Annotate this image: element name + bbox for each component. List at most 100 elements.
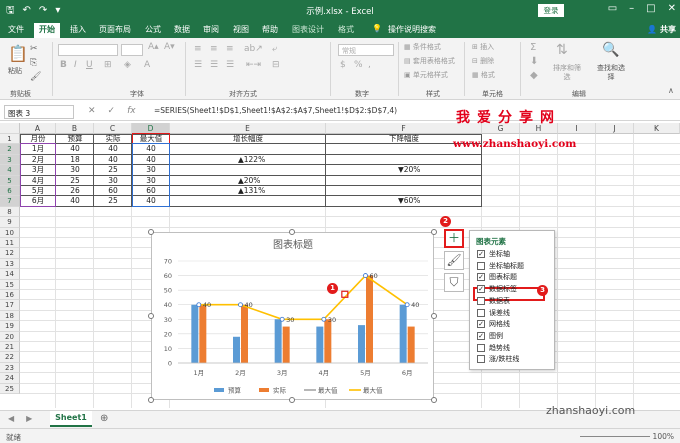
maximize-icon[interactable]: □	[646, 3, 655, 14]
checkbox[interactable]	[477, 343, 485, 352]
name-box[interactable]: 图表 3	[4, 105, 74, 119]
chart-element-option[interactable]: 趋势线	[477, 343, 510, 353]
enter-icon[interactable]: ✓	[108, 106, 116, 116]
row-header[interactable]: 3	[0, 154, 20, 166]
font-shrink-icon[interactable]: A▾	[164, 42, 175, 52]
table-cell-max[interactable]: 40	[132, 196, 170, 206]
row-header[interactable]: 7	[0, 196, 20, 207]
resize-handle[interactable]	[148, 397, 154, 403]
table-cell-max[interactable]: 30	[132, 176, 170, 186]
tab-home[interactable]: 开始	[34, 23, 60, 38]
prev-sheet-icon[interactable]: ◀	[8, 414, 14, 423]
row-header[interactable]: 13	[0, 258, 20, 270]
tab-file[interactable]: 文件	[8, 24, 24, 35]
align-center-icon[interactable]: ☰	[210, 60, 218, 70]
select-all-corner[interactable]	[0, 123, 20, 134]
find-select-label[interactable]: 查找和选择	[594, 64, 628, 82]
align-left-icon[interactable]: ☰	[194, 60, 202, 70]
checkbox[interactable]	[477, 296, 485, 305]
column-header-a[interactable]: A	[20, 123, 56, 134]
table-cell-month[interactable]: 3月	[20, 165, 56, 175]
font-size-box[interactable]	[121, 44, 143, 56]
table-cell-actual[interactable]: 25	[94, 165, 132, 175]
collapse-ribbon-icon[interactable]: ∧	[668, 86, 674, 95]
table-cell-budget[interactable]: 40	[56, 196, 94, 206]
minimize-icon[interactable]: –	[629, 3, 634, 14]
column-header-i[interactable]: I	[558, 123, 596, 134]
row-header[interactable]: 24	[0, 373, 20, 384]
table-cell-down[interactable]: ▼60%	[326, 196, 482, 206]
tab-chart-design[interactable]: 图表设计	[292, 24, 324, 35]
checkbox[interactable]	[477, 355, 485, 364]
cancel-icon[interactable]: ✕	[88, 106, 96, 116]
row-header[interactable]: 22	[0, 352, 20, 363]
clear-icon[interactable]: ◆	[530, 70, 538, 81]
fx-icon[interactable]: fx	[127, 106, 136, 116]
table-cell-max[interactable]: 60	[132, 186, 170, 196]
ribbon-display-icon[interactable]: ▭	[608, 3, 617, 14]
format-painter-icon[interactable]: 🖌	[30, 72, 41, 82]
row-header[interactable]: 5	[0, 175, 20, 186]
table-cell-month[interactable]: 1月	[20, 144, 56, 154]
chart-element-option[interactable]: 涨/跌柱线	[477, 354, 519, 364]
table-cell-down[interactable]	[326, 155, 482, 165]
close-icon[interactable]: ✕	[668, 3, 676, 14]
tab-insert[interactable]: 插入	[70, 24, 86, 35]
paste-label[interactable]: 粘贴	[8, 66, 22, 76]
row-header[interactable]: 12	[0, 248, 20, 259]
wrap-text-icon[interactable]: ⤶	[272, 44, 277, 54]
table-header-cell[interactable]: 增长幅度	[170, 134, 326, 144]
row-header[interactable]: 11	[0, 238, 20, 249]
font-grow-icon[interactable]: A▴	[148, 42, 159, 52]
border-icon[interactable]: ⊞	[104, 60, 112, 70]
table-cell-up[interactable]: ▲122%	[170, 155, 326, 165]
currency-icon[interactable]: $	[340, 60, 346, 70]
column-header-e[interactable]: E	[170, 123, 326, 134]
table-cell-budget[interactable]: 30	[56, 165, 94, 175]
paste-icon[interactable]: 📋	[8, 44, 28, 63]
align-top-icon[interactable]: ≡	[194, 44, 202, 54]
checkbox[interactable]: ✓	[477, 285, 485, 294]
insert-cells-button[interactable]: ⊞ 插入	[472, 42, 494, 52]
checkbox[interactable]: ✓	[477, 273, 485, 282]
resize-handle[interactable]	[148, 313, 154, 319]
font-name-box[interactable]	[58, 44, 118, 56]
row-header[interactable]: 19	[0, 321, 20, 332]
row-header[interactable]: 1	[0, 134, 20, 145]
resize-handle[interactable]	[431, 229, 437, 235]
table-cell-budget[interactable]: 18	[56, 155, 94, 165]
tab-help[interactable]: 帮助	[262, 24, 278, 35]
italic-icon[interactable]: I	[74, 60, 77, 70]
table-cell-down[interactable]	[326, 176, 482, 186]
checkbox[interactable]: ✓	[477, 250, 485, 258]
resize-handle[interactable]	[148, 229, 154, 235]
sort-filter-icon[interactable]: ⇅	[556, 42, 568, 58]
table-cell-max[interactable]: 40	[132, 155, 170, 165]
formula-input[interactable]: =SERIES(Sheet1!$D$1,Sheet1!$A$2:$A$7,She…	[154, 106, 397, 115]
tab-page-layout[interactable]: 页面布局	[99, 24, 131, 35]
table-cell-actual[interactable]: 40	[94, 144, 132, 154]
table-cell-up[interactable]: ▲20%	[170, 176, 326, 186]
align-middle-icon[interactable]: ≡	[210, 44, 218, 54]
row-header[interactable]: 8	[0, 206, 20, 218]
conditional-format-button[interactable]: ▦ 条件格式	[404, 42, 441, 52]
row-header[interactable]: 10	[0, 227, 20, 238]
table-cell-month[interactable]: 5月	[20, 186, 56, 196]
tab-format[interactable]: 格式	[338, 24, 354, 35]
align-right-icon[interactable]: ☰	[226, 60, 234, 70]
tab-data[interactable]: 数据	[174, 24, 190, 35]
row-header[interactable]: 23	[0, 362, 20, 374]
table-cell-actual[interactable]: 60	[94, 186, 132, 196]
table-header-cell[interactable]: 最大值	[132, 134, 170, 144]
copy-icon[interactable]: ⎘	[30, 58, 37, 68]
row-header[interactable]: 4	[0, 165, 20, 176]
table-cell-down[interactable]	[326, 186, 482, 196]
row-header[interactable]: 9	[0, 217, 20, 228]
orientation-icon[interactable]: ab↗	[244, 44, 263, 54]
table-cell-month[interactable]: 6月	[20, 196, 56, 206]
table-cell-actual[interactable]: 25	[94, 196, 132, 206]
merge-icon[interactable]: ⊟	[272, 60, 280, 70]
cut-icon[interactable]: ✂	[30, 44, 38, 54]
column-header-j[interactable]: J	[596, 123, 634, 134]
tell-me-search[interactable]: 操作说明搜索	[388, 24, 436, 35]
